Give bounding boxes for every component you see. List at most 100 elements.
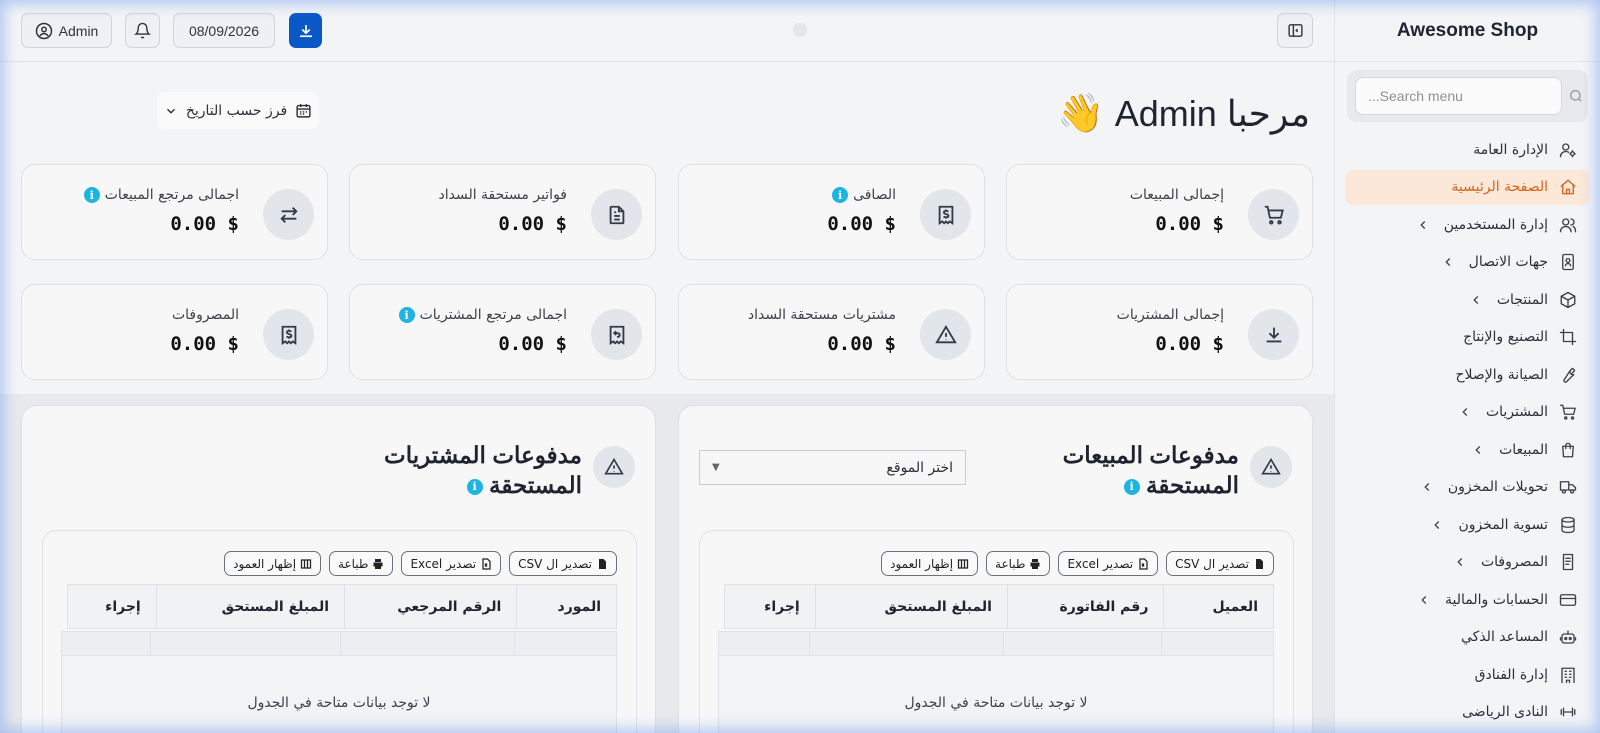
sidebar-item[interactable]: المصروفات (1345, 545, 1590, 580)
column-header[interactable]: إجراء (68, 585, 156, 628)
panel-title: مدفوعات المبيعات المستحقة i (1039, 440, 1239, 500)
truck-icon (1558, 477, 1578, 497)
cart-icon (1248, 189, 1299, 240)
download-button[interactable] (289, 13, 322, 48)
table-filter-row (61, 631, 617, 656)
export-csv-button[interactable]: تصدير ال CSV (509, 551, 617, 576)
sidebar-item[interactable]: جهات الاتصال (1345, 245, 1590, 280)
location-select-value: اختر الموقع (886, 459, 953, 476)
hotel-icon (1558, 665, 1578, 685)
stat-card-net: الصافى i 0.00 $ (678, 164, 985, 260)
welcome-text: مرحبا Admin (1114, 93, 1310, 134)
table-actions: تصدير ال CSV تصدير Excel طباعة إظهار الع… (881, 551, 1274, 576)
info-icon[interactable]: i (832, 187, 849, 203)
sidebar-toggle-button[interactable] (1277, 13, 1313, 48)
stat-value: 0.00 $ (498, 333, 567, 355)
sidebar-item[interactable]: الإدارة العامة (1345, 132, 1590, 167)
button-label: تصدير ال CSV (1175, 556, 1249, 571)
file-csv-icon (599, 558, 606, 569)
sidebar-item[interactable]: الصيانة والإصلاح (1345, 357, 1590, 392)
sidebar: Awesome Shop الإدارة العامة الصفحة الرئيس… (1334, 0, 1600, 733)
date-display[interactable]: 08/09/2026 (173, 13, 275, 48)
sidebar-item[interactable]: الحسابات والمالية (1345, 582, 1590, 617)
stat-card-sales-returns: اجمالى مرتجع المبيعات i 0.00 $ (21, 164, 328, 260)
chevron-left-icon (1416, 218, 1430, 232)
export-csv-button[interactable]: تصدير ال CSV (1166, 551, 1274, 576)
sidebar-item[interactable]: إدارة المستخدمين (1345, 207, 1590, 242)
panel-title-line1: مدفوعات المبيعات (1062, 442, 1239, 468)
sidebar-item[interactable]: التصنيع والإنتاج (1345, 320, 1590, 355)
info-icon[interactable]: i (83, 187, 100, 203)
sidebar-item[interactable]: المنتجات (1345, 282, 1590, 317)
stat-value: 0.00 $ (827, 333, 896, 355)
chevron-down-icon (166, 108, 175, 114)
cart-icon (1558, 402, 1578, 422)
sidebar-item-label: الإدارة العامة (1473, 141, 1548, 158)
sidebar-item[interactable]: تسوية المخزون (1345, 507, 1590, 542)
sidebar-item-label: التصنيع والإنتاج (1463, 329, 1548, 345)
sidebar-item[interactable]: إدارة الفنادق (1345, 657, 1590, 692)
menu-search (1347, 70, 1588, 122)
column-header[interactable]: العميل (1163, 585, 1273, 628)
button-label: تصدير Excel (410, 556, 477, 571)
print-button[interactable]: طباعة (986, 551, 1051, 576)
download-icon (299, 24, 312, 37)
sidebar-item[interactable]: تحويلات المخزون (1345, 470, 1590, 505)
sidebar-item[interactable]: المشتريات (1345, 395, 1590, 430)
sidebar-item-label: الصفحة الرئيسية (1451, 179, 1548, 195)
sort-by-date-button[interactable]: فرز حسب التاريخ (157, 92, 319, 129)
info-icon[interactable]: i (1123, 478, 1140, 495)
export-excel-button[interactable]: تصدير Excel (1058, 551, 1159, 576)
column-visibility-button[interactable]: إظهار العمود (881, 551, 979, 576)
sidebar-item[interactable]: المساعد الذكي (1345, 620, 1590, 655)
document-icon (1558, 552, 1578, 572)
stat-value: 0.00 $ (498, 213, 567, 235)
column-header[interactable]: رقم الفاتورة (1006, 585, 1163, 628)
stat-value: 0.00 $ (1155, 213, 1224, 235)
column-header[interactable]: الرقم المرجعي (344, 585, 516, 628)
sidebar-item-label: الحسابات والمالية (1444, 591, 1548, 608)
stat-card-purchase-returns: اجمالى مرتجع المشتريات i 0.00 $ (349, 284, 656, 380)
sidebar-item[interactable]: الصفحة الرئيسية (1345, 169, 1590, 205)
table-empty-message: لا توجد بيانات متاحة في الجدول (61, 656, 617, 733)
column-header[interactable]: المورد (516, 585, 616, 628)
user-cog-icon (1558, 140, 1578, 160)
stat-label: إجمالى المبيعات (1129, 187, 1224, 203)
button-label: طباعة (338, 556, 369, 571)
stat-label: فواتير مستحقة السداد (438, 187, 567, 203)
column-visibility-button[interactable]: إظهار العمود (224, 551, 322, 576)
export-excel-button[interactable]: تصدير Excel (401, 551, 502, 576)
button-label: إظهار العمود (233, 556, 297, 571)
search-icon[interactable] (1568, 86, 1584, 106)
users-icon (1558, 215, 1578, 235)
stat-label: الصافى (853, 187, 896, 203)
sales-payments-due-panel: مدفوعات المبيعات المستحقة i اختر الموقع … (678, 405, 1313, 733)
notifications-button[interactable] (125, 13, 160, 48)
chevron-left-icon (1420, 480, 1434, 494)
column-header[interactable]: إجراء (725, 585, 815, 628)
print-button[interactable]: طباعة (329, 551, 394, 576)
date-text: 08/09/2026 (188, 22, 260, 39)
stat-label: المصروفات (171, 307, 239, 323)
sidebar-item[interactable]: النادى الرياضى (1345, 695, 1590, 730)
column-header[interactable]: المبلغ المستحق (814, 585, 1007, 628)
info-icon[interactable]: i (398, 307, 415, 323)
table-actions: تصدير ال CSV تصدير Excel طباعة إظهار الع… (224, 551, 617, 576)
column-header[interactable]: المبلغ المستحق (155, 585, 344, 628)
table-empty-message: لا توجد بيانات متاحة في الجدول (718, 656, 1274, 733)
stat-label: اجمالى مرتجع المشتريات (419, 307, 567, 323)
search-input[interactable] (1355, 77, 1562, 115)
user-menu-button[interactable]: Admin (21, 13, 112, 48)
receipt-dollar-icon (263, 309, 314, 360)
stat-value: 0.00 $ (170, 213, 239, 235)
sidebar-menu: الإدارة العامة الصفحة الرئيسية إدارة المست… (1335, 132, 1600, 730)
sidebar-item[interactable]: المبيعات (1345, 432, 1590, 467)
warning-icon (593, 446, 635, 488)
sidebar-item-label: جهات الاتصال (1468, 254, 1548, 270)
table-filter-row (718, 631, 1274, 656)
info-icon[interactable]: i (466, 478, 483, 495)
button-label: تصدير Excel (1067, 556, 1134, 571)
purchases-due-table: تصدير ال CSV تصدير Excel طباعة إظهار الع… (42, 530, 637, 733)
sidebar-item-label: المساعد الذكي (1461, 629, 1548, 645)
location-select[interactable]: اختر الموقع ▼ (699, 450, 966, 485)
